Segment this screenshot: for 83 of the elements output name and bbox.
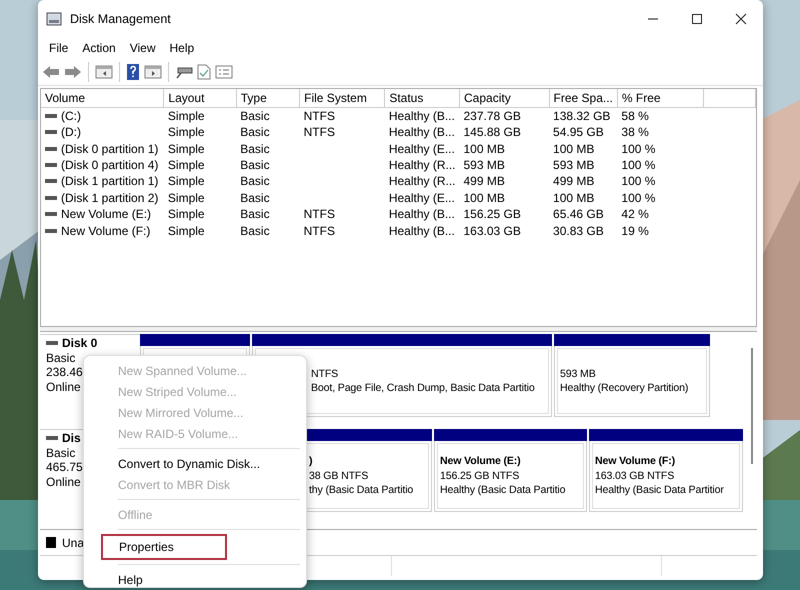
table-cell: NTFS — [304, 224, 335, 238]
partition-name: New Volume (E:) — [440, 454, 521, 469]
volume-name: (D:) — [61, 124, 81, 140]
table-cell: 100 MB — [553, 190, 594, 205]
partition-detail: Healthy (Basic Data Partitior — [595, 483, 724, 498]
table-cell: Simple — [168, 224, 205, 238]
partition-detail: Healthy (Recovery Partition) — [560, 381, 688, 396]
window-title: Disk Management — [70, 10, 171, 28]
table-cell: 156.25 GB — [464, 207, 521, 222]
table-cell: 499 MB — [464, 174, 505, 188]
table-cell: Simple — [168, 207, 205, 222]
partition-detail: 593 MB — [560, 366, 596, 381]
partition-detail: 38 GB NTFS — [309, 468, 368, 484]
table-cell: Simple — [168, 158, 205, 172]
table-cell: Healthy (R... — [388, 174, 456, 188]
partition-detail: Healthy (Basic Data Partitio — [440, 483, 566, 498]
table-cell: Basic — [240, 190, 270, 205]
disk-name: Disk 0 — [62, 336, 98, 350]
table-cell: 593 MB — [464, 158, 505, 172]
table-cell: 138.32 GB — [553, 109, 610, 123]
table-cell: 100 % — [621, 142, 656, 156]
legend-label: Una — [62, 534, 84, 552]
volume-name: (Disk 0 partition 1) — [61, 140, 158, 157]
table-cell: 30.83 GB — [553, 224, 604, 238]
table-cell: Healthy (B... — [388, 224, 455, 238]
table-cell: Simple — [168, 109, 205, 123]
disk-name: Dis — [62, 431, 81, 446]
table-cell: Healthy (B... — [388, 207, 455, 222]
partition-detail: 156.25 GB NTFS — [440, 468, 520, 484]
table-cell: 237.78 GB — [464, 109, 521, 123]
table-cell: 54.95 GB — [553, 125, 604, 140]
table-cell: 145.88 GB — [464, 125, 521, 140]
table-cell: Simple — [168, 125, 205, 140]
table-cell: 19 % — [621, 224, 649, 238]
table-cell: Healthy (E... — [388, 142, 455, 156]
volume-name: (Disk 1 partition 1) — [61, 173, 158, 190]
table-cell: 100 % — [621, 158, 656, 172]
table-cell: 100 MB — [464, 190, 505, 205]
table-cell: NTFS — [304, 207, 335, 222]
table-cell: 65.46 GB — [553, 207, 604, 222]
volume-name: (C:) — [61, 108, 81, 124]
table-cell: 100 % — [621, 190, 656, 205]
table-cell: Basic — [240, 174, 270, 188]
disk-detail: Basic — [46, 350, 76, 365]
table-cell: NTFS — [304, 109, 335, 123]
disk-detail: Online — [46, 380, 81, 394]
partition-name: ) — [309, 454, 312, 469]
partition-detail: Boot, Page File, Crash Dump, Basic Data Partitio — [311, 381, 535, 396]
table-cell: Basic — [240, 224, 270, 238]
table-cell: Simple — [168, 190, 205, 205]
volume-name: New Volume (E:) — [61, 206, 152, 222]
table-cell: 100 MB — [553, 142, 594, 156]
table-cell: Basic — [240, 142, 270, 156]
table-cell: 58 % — [621, 109, 649, 123]
table-cell: Basic — [240, 207, 270, 222]
table-cell: Healthy (B... — [388, 109, 455, 123]
partition-detail: thy (Basic Data Partitio — [309, 483, 414, 498]
volume-name: New Volume (F:) — [61, 222, 150, 239]
table-cell: Basic — [240, 125, 270, 140]
disk-detail: 465.75 — [46, 460, 83, 474]
table-cell: 499 MB — [553, 174, 594, 188]
table-cell: Simple — [168, 174, 205, 188]
table-cell: Healthy (E... — [388, 190, 455, 205]
volume-name: (Disk 0 partition 4) — [61, 156, 158, 173]
table-cell: Simple — [168, 142, 205, 156]
table-cell: 593 MB — [553, 158, 594, 172]
table-cell: Basic — [240, 109, 270, 123]
table-cell: 38 % — [621, 125, 649, 140]
table-cell: Healthy (R... — [388, 158, 456, 172]
partition-detail: 163.03 GB NTFS — [595, 468, 674, 484]
table-cell: 100 % — [621, 174, 656, 188]
table-cell: NTFS — [304, 125, 335, 140]
table-cell: Basic — [240, 158, 270, 172]
partition-detail: NTFS — [311, 366, 338, 381]
disk-detail: Basic — [46, 446, 76, 460]
partition-name: New Volume (F:) — [595, 454, 675, 469]
disk-detail: Online — [46, 474, 81, 489]
table-cell: Healthy (B... — [388, 125, 455, 140]
table-cell: 163.03 GB — [464, 224, 521, 238]
table-cell: 100 MB — [464, 142, 505, 156]
table-cell: 42 % — [621, 207, 649, 222]
disk-detail: 238.46 — [46, 365, 83, 380]
volume-name: (Disk 1 partition 2) — [61, 190, 158, 206]
